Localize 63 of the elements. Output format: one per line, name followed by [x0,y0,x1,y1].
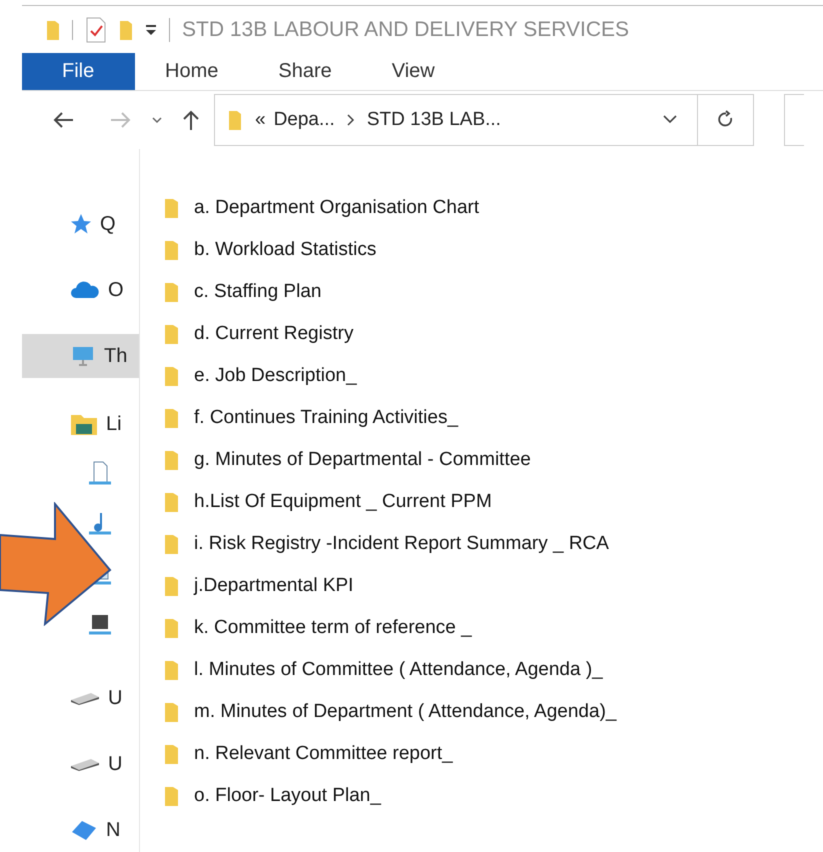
nav-pane-item[interactable]: O [22,268,139,312]
address-bar[interactable]: « Depa... STD 13B LAB... [214,94,754,146]
folder-icon [164,701,180,723]
folder-item[interactable]: k. Committee term of reference _ [164,607,616,649]
folder-icon [164,239,180,261]
star-icon [70,213,92,235]
folder-item[interactable]: b. Workload Statistics [164,229,616,271]
folder-item[interactable]: c. Staffing Plan [164,271,616,313]
ribbon-tab[interactable]: Home [135,53,248,90]
cloud-icon [70,281,100,299]
folder-icon [164,491,180,513]
chevron-down-icon[interactable] [152,116,162,124]
ribbon-tab[interactable]: File [22,53,135,90]
folder-icon [164,575,180,597]
folder-item[interactable]: h.List Of Equipment _ Current PPM [164,481,616,523]
folder-icon [164,785,180,807]
folder-icon [164,365,180,387]
folder-item[interactable]: e. Job Description_ [164,355,616,397]
customize-dropdown-icon[interactable] [145,24,157,36]
nav-pane-item[interactable]: Q [22,202,139,246]
network-icon [70,818,98,842]
folder-item[interactable]: j.Departmental KPI [164,565,616,607]
folder-icon [164,659,180,681]
drive-icon [70,691,100,705]
properties-icon[interactable] [85,16,107,43]
folder-item[interactable]: n. Relevant Committee report_ [164,733,616,775]
monitor-icon [70,345,96,367]
folder-item[interactable]: l. Minutes of Committee ( Attendance, Agenda )_ [164,649,616,691]
window-title: STD 13B LABOUR AND DELIVERY SERVICES [182,16,630,43]
folder-item[interactable]: a. Department Organisation Chart [164,187,616,229]
folder-icon [164,323,180,345]
folder-icon [164,743,180,765]
up-arrow-icon[interactable] [182,108,200,131]
folder-item[interactable]: o. Floor- Layout Plan_ [164,775,616,817]
folder-icon [164,617,180,639]
folder-icon [164,449,180,471]
folder-icon [164,197,180,219]
breadcrumb[interactable]: Depa... [274,106,335,134]
nav-pane-item[interactable]: Li [22,402,139,446]
folder-icon [164,533,180,555]
nav-pane-item[interactable]: N [22,808,139,852]
folder-item[interactable]: i. Risk Registry -Incident Report Summary _ RCA [164,523,616,565]
nav-pane-item[interactable]: U [22,742,139,786]
breadcrumb-overflow[interactable]: « [255,106,266,134]
chevron-down-icon[interactable] [663,115,677,124]
document-icon [88,461,112,487]
back-icon[interactable] [52,110,74,129]
folder-icon [164,407,180,429]
folder-item[interactable]: d. Current Registry [164,313,616,355]
drive-icon [70,757,100,771]
search-field[interactable] [784,94,804,146]
folder-item[interactable]: m. Minutes of Department ( Attendance, Agenda)_ [164,691,616,733]
folder-icon [164,281,180,303]
nav-pane-item[interactable]: U [22,676,139,720]
ribbon-tab[interactable]: Share [248,53,362,90]
folder-item[interactable]: f. Continues Training Activities_ [164,397,616,439]
ribbon-tab[interactable]: View [362,53,465,90]
breadcrumb[interactable]: STD 13B LAB... [366,106,501,134]
folder-item[interactable]: g. Minutes of Departmental - Committee [164,439,616,481]
nav-pane-item[interactable]: Th [22,334,139,378]
library-folder-icon [70,412,98,436]
music-note-icon [88,511,112,537]
chevron-right-icon[interactable] [346,114,355,126]
